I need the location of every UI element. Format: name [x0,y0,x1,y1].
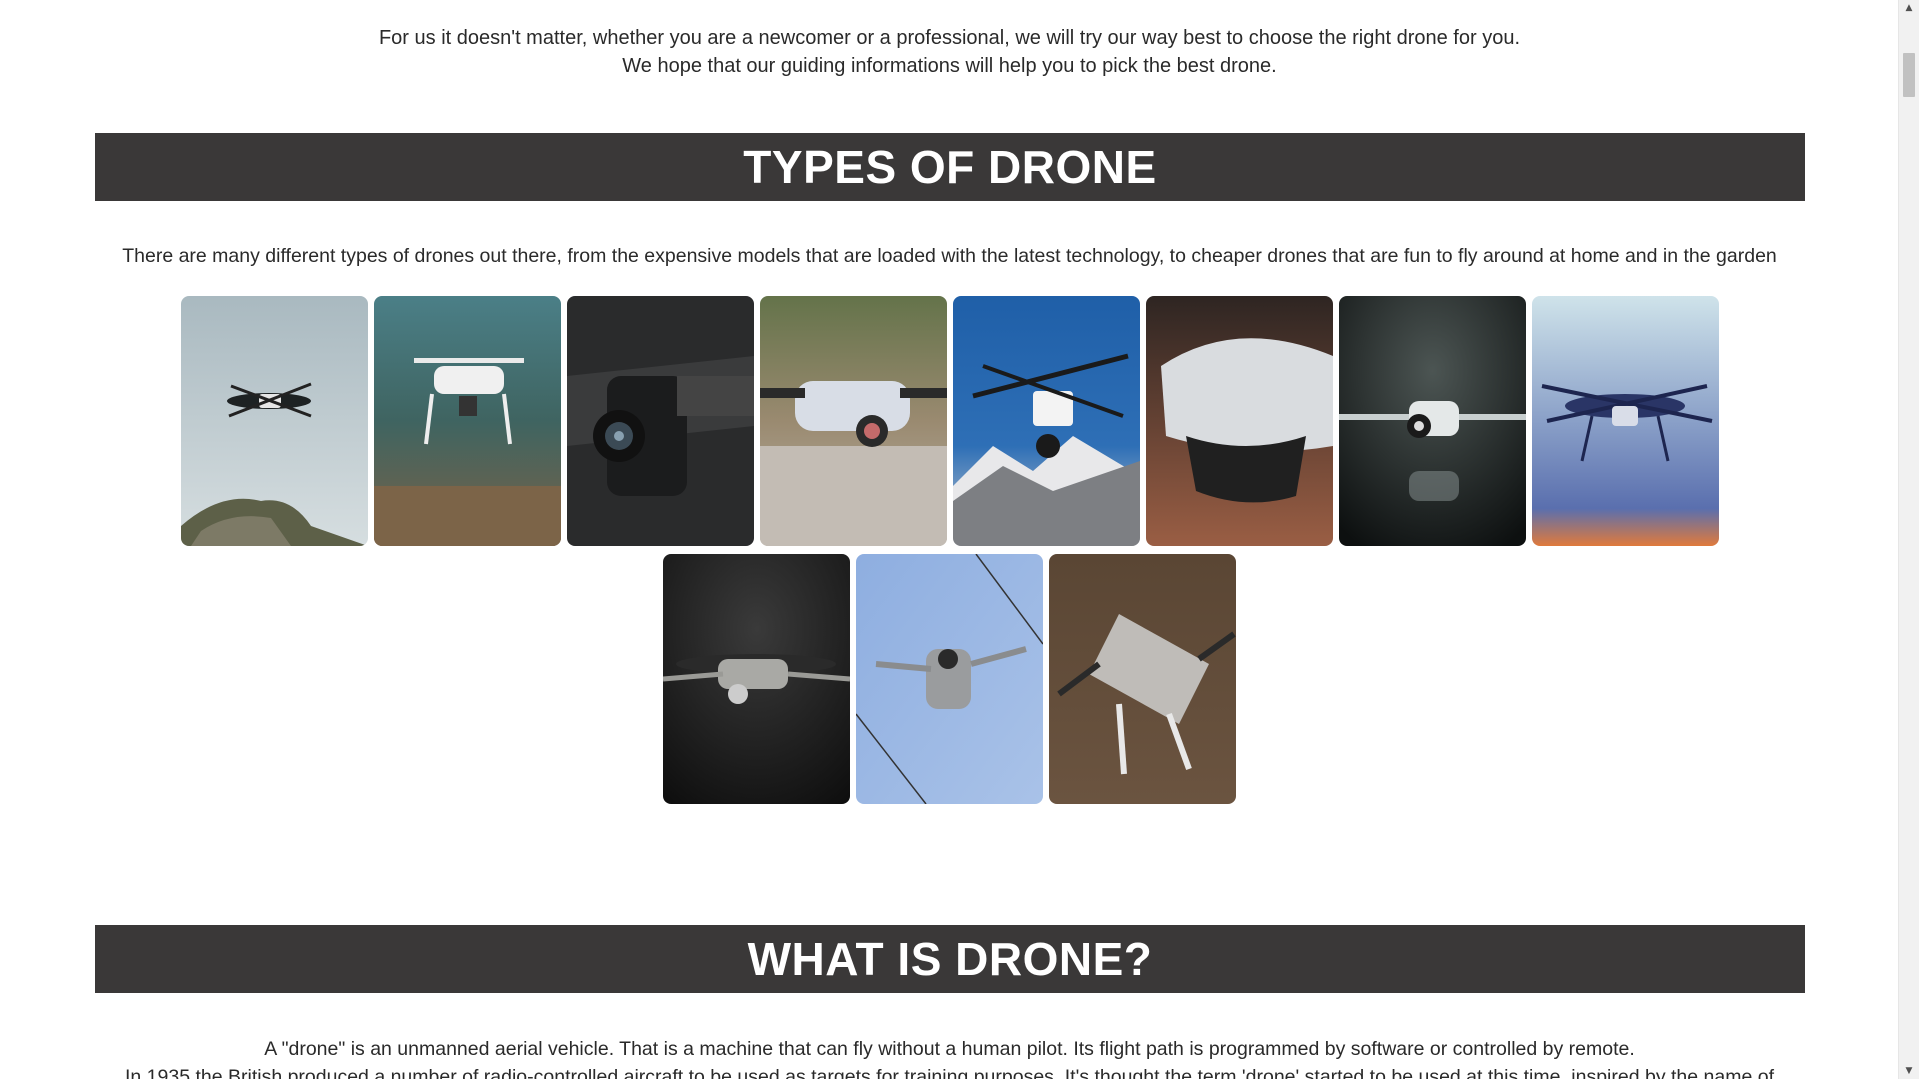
drone-photo-9[interactable] [663,554,850,804]
drone-photo-10[interactable] [856,554,1043,804]
types-section-title: TYPES OF DRONE [95,133,1805,201]
drone-photo-11[interactable] [1049,554,1236,804]
drone-photo-5[interactable] [953,296,1140,546]
intro-line-2: We hope that our guiding informations wi… [622,55,1277,77]
drone-photo-3[interactable] [567,296,754,546]
what-section-paragraph-2: In 1935 the British produced a number of… [124,1066,1774,1079]
drone-gallery-row-1 [181,296,1719,546]
scroll-thumb[interactable] [1903,53,1915,97]
vertical-scrollbar[interactable]: ▲ ▼ [1898,0,1919,1079]
drone-photo-7[interactable] [1339,296,1526,546]
drone-photo-8[interactable] [1532,296,1719,546]
what-section-title: WHAT IS DRONE? [95,925,1805,993]
what-section-paragraph-1: A "drone" is an unmanned aerial vehicle.… [264,1038,1635,1060]
scroll-up-icon[interactable]: ▲ [1899,0,1919,16]
types-section-description: There are many different types of drones… [122,245,1777,267]
drone-photo-1[interactable] [181,296,368,546]
scroll-down-icon[interactable]: ▼ [1899,1063,1919,1079]
drone-photo-2[interactable] [374,296,561,546]
drone-photo-6[interactable] [1146,296,1333,546]
intro-line-1: For us it doesn't matter, whether you ar… [378,27,1521,49]
drone-photo-4[interactable] [760,296,947,546]
page: For us it doesn't matter, whether you ar… [0,0,1899,1079]
drone-gallery-row-2 [663,554,1236,804]
